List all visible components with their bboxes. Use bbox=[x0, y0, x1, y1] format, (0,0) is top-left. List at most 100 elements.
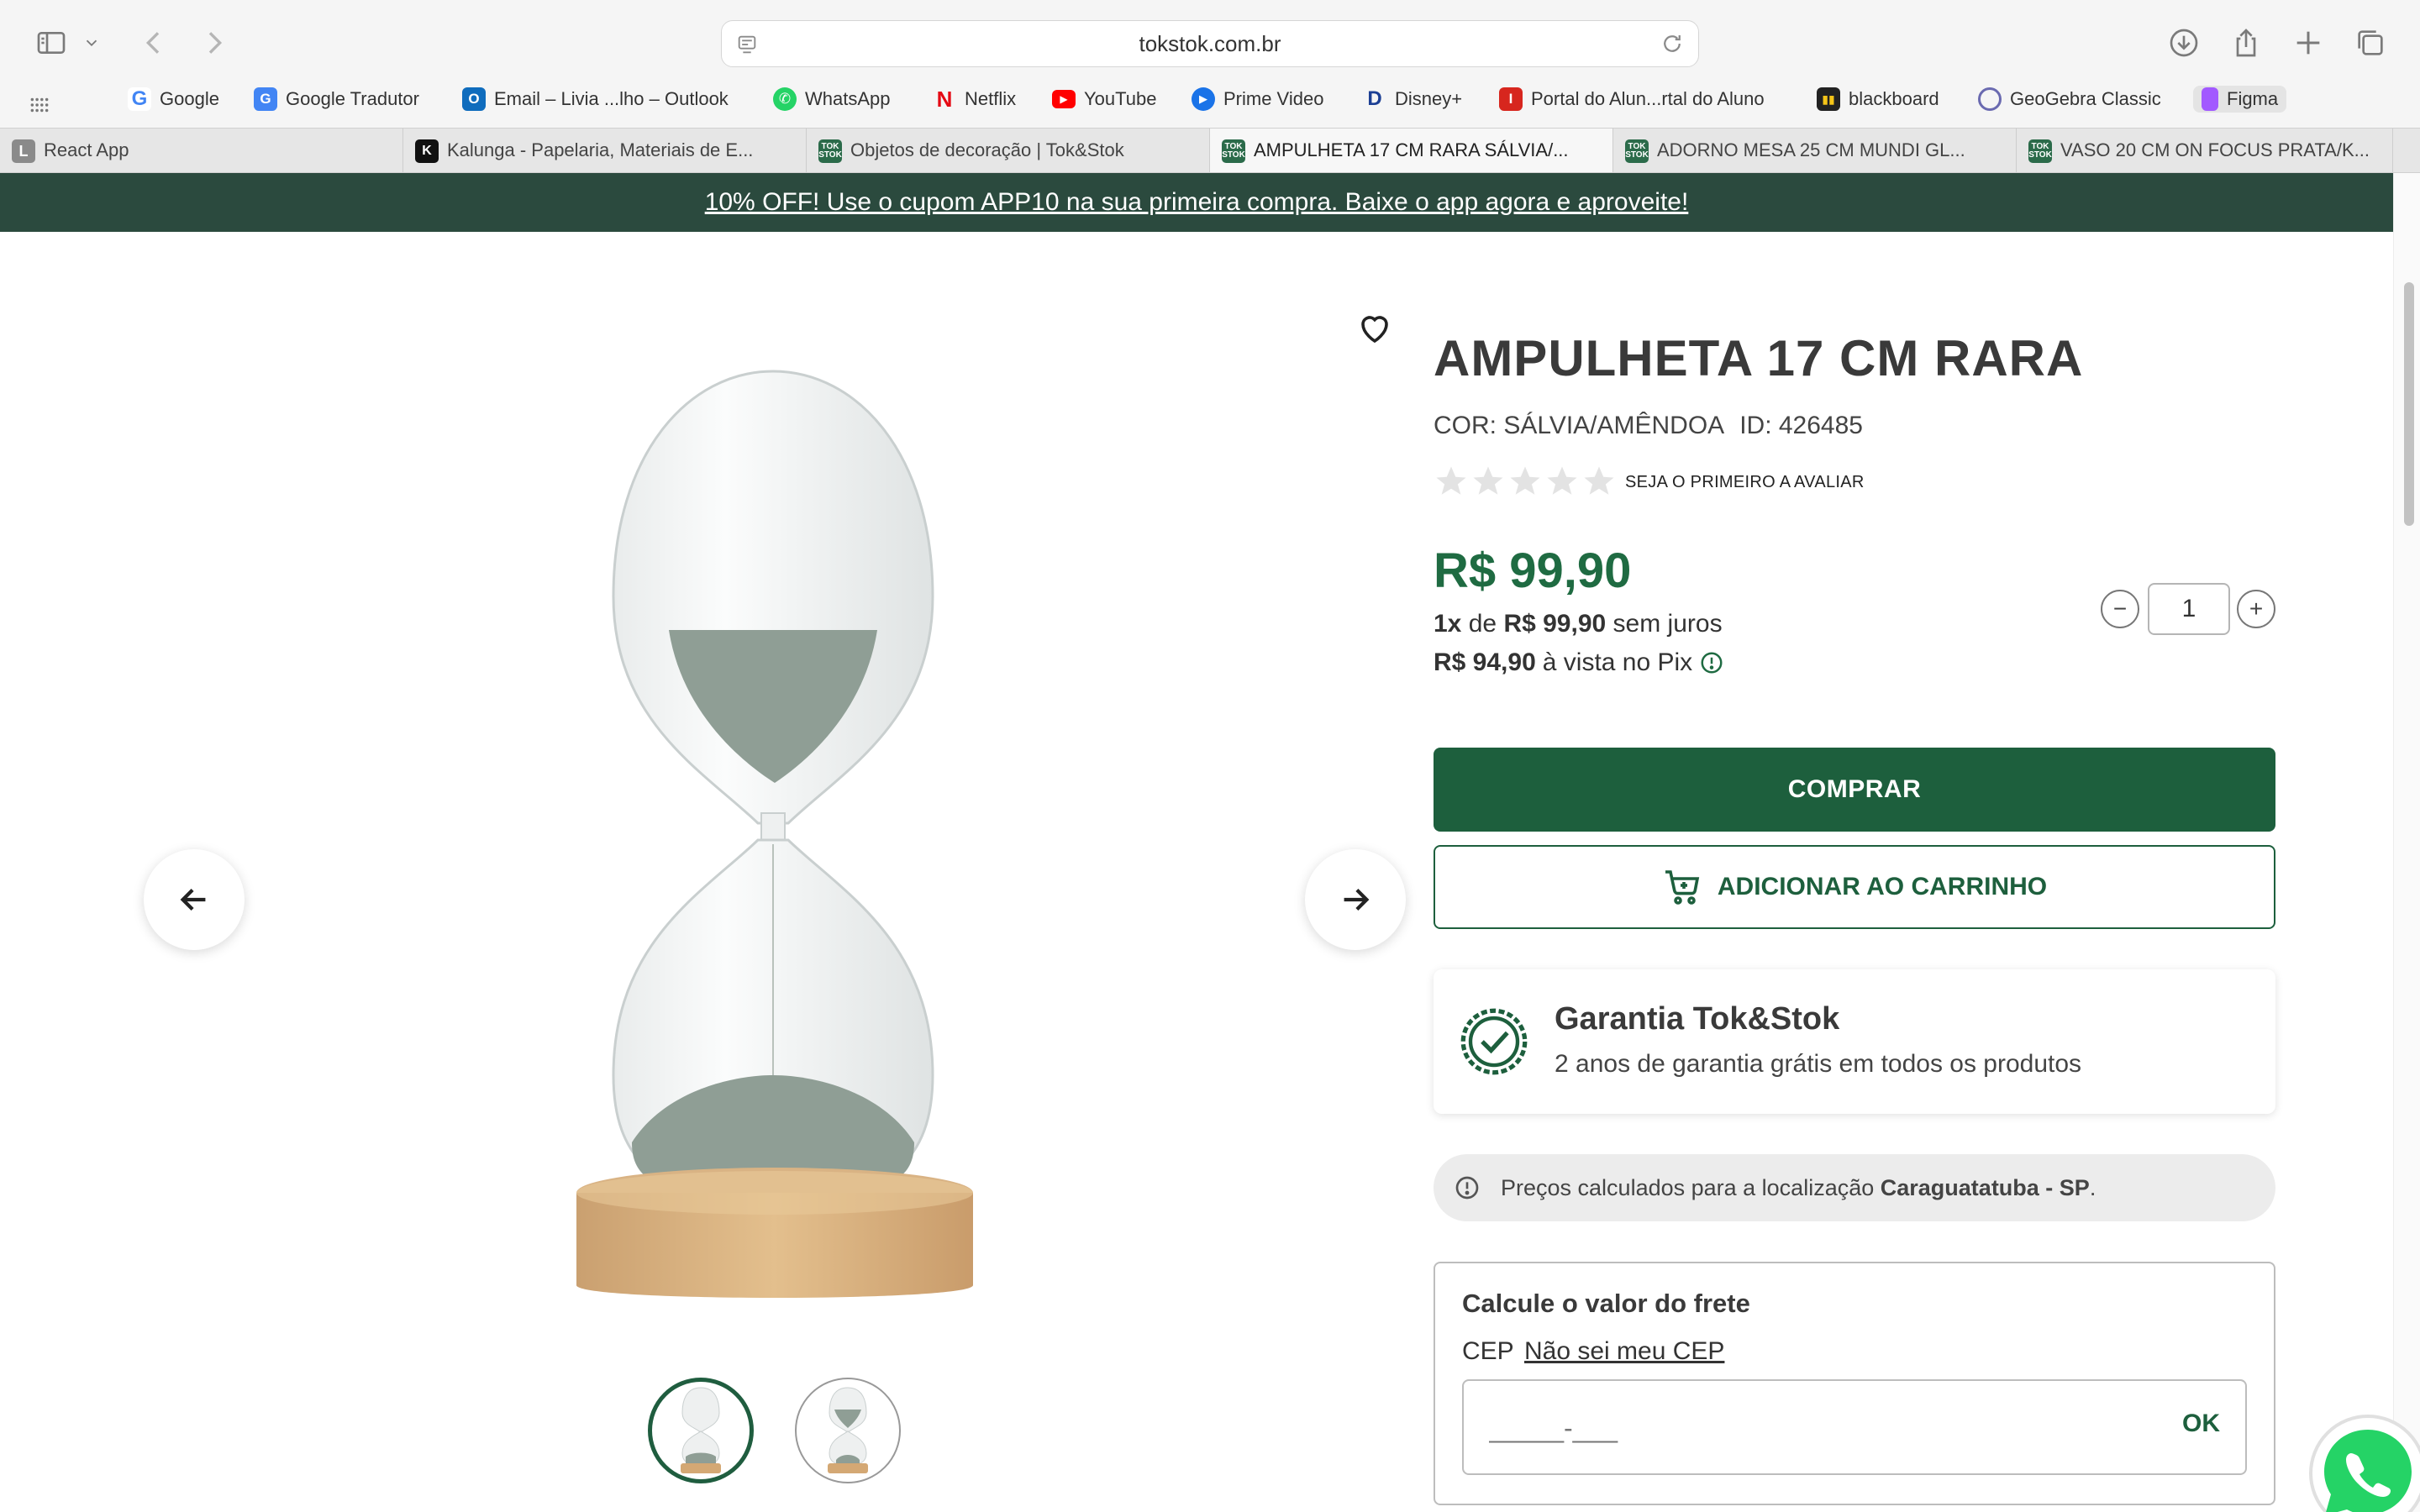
add-to-cart-button[interactable]: ADICIONAR AO CARRINHO bbox=[1434, 845, 2275, 929]
bookmark-label: Netflix bbox=[965, 88, 1017, 109]
tab-label: React App bbox=[44, 139, 129, 160]
product-id: ID: 426485 bbox=[1739, 412, 1863, 439]
bookmark-youtube[interactable]: ▶ YouTube bbox=[1052, 86, 1156, 113]
info-icon bbox=[1455, 1176, 1479, 1200]
star-icon bbox=[1436, 466, 1466, 495]
bookmark-label: Portal do Alun...rtal do Aluno bbox=[1531, 88, 1765, 109]
bookmark-label: Google Tradutor bbox=[286, 88, 419, 109]
image-prev-button[interactable] bbox=[144, 849, 245, 950]
scroll-thumb[interactable] bbox=[2404, 282, 2414, 526]
star-icon bbox=[1584, 466, 1614, 495]
hourglass-thumbnail-image bbox=[681, 1387, 721, 1473]
quantity-input[interactable] bbox=[2148, 583, 2230, 635]
installment-of: de bbox=[1468, 610, 1497, 638]
product-title: AMPULHETA 17 CM RARA bbox=[1434, 330, 2084, 386]
quantity-increase-button[interactable]: + bbox=[2237, 590, 2275, 628]
tab-react-app[interactable]: L React App bbox=[0, 129, 403, 172]
browser-chrome: tokstok.com.br G Google G Google Traduto… bbox=[0, 0, 2420, 173]
installment-amount: R$ 99,90 bbox=[1503, 610, 1607, 638]
pix-amount: R$ 94,90 bbox=[1434, 648, 1536, 676]
apps-grid-icon[interactable] bbox=[29, 94, 50, 116]
bookmark-figma[interactable]: Figma bbox=[2193, 86, 2287, 113]
bookmark-outlook[interactable]: O Email – Livia ...lho – Outlook bbox=[462, 86, 729, 113]
tab-label: ADORNO MESA 25 CM MUNDI GL... bbox=[1657, 139, 1965, 160]
bookmark-disney[interactable]: D Disney+ bbox=[1363, 86, 1462, 113]
bookmark-netflix[interactable]: N Netflix bbox=[933, 86, 1016, 113]
pix-suffix: à vista no Pix bbox=[1542, 648, 1693, 676]
disney-icon: D bbox=[1363, 87, 1386, 111]
browser-toolbar: tokstok.com.br bbox=[0, 0, 2420, 84]
bookmark-whatsapp[interactable]: ✆ WhatsApp bbox=[773, 86, 891, 113]
promo-link[interactable]: 10% OFF! Use o cupom APP10 na sua primei… bbox=[705, 188, 1689, 217]
installments-text: 1x de R$ 99,90 sem juros bbox=[1434, 610, 1723, 638]
tab-kalunga[interactable]: K Kalunga - Papelaria, Materiais de E... bbox=[403, 129, 807, 172]
figma-icon bbox=[2202, 87, 2218, 111]
warranty-card: Garantia Tok&Stok 2 anos de garantia grá… bbox=[1434, 969, 2275, 1114]
bookmark-google[interactable]: G Google bbox=[128, 86, 219, 113]
review-link[interactable]: SEJA O PRIMEIRO A AVALIAR bbox=[1625, 473, 1865, 492]
letter-l-icon: L bbox=[12, 139, 35, 163]
installment-suffix: sem juros bbox=[1612, 610, 1723, 638]
rating-stars[interactable] bbox=[1434, 464, 1617, 499]
location-prefix: Preços calculados para a localização bbox=[1501, 1174, 1875, 1200]
star-icon bbox=[1510, 466, 1540, 495]
tokstok-icon: TOK STOK bbox=[2028, 139, 2052, 163]
bookmark-prime-video[interactable]: ▶ Prime Video bbox=[1192, 86, 1323, 113]
whatsapp-icon[interactable] bbox=[2304, 1410, 2420, 1512]
promo-banner: 10% OFF! Use o cupom APP10 na sua primei… bbox=[0, 173, 2393, 232]
bookmark-portal-aluno[interactable]: I Portal do Alun...rtal do Aluno bbox=[1499, 86, 1765, 113]
site-settings-icon[interactable] bbox=[735, 33, 759, 56]
tab-label: VASO 20 CM ON FOCUS PRATA/K... bbox=[2060, 139, 2370, 160]
downloads-icon[interactable] bbox=[2165, 24, 2203, 62]
cep-label: CEP bbox=[1462, 1337, 1514, 1365]
image-next-button[interactable] bbox=[1305, 849, 1406, 950]
star-icon bbox=[1547, 466, 1577, 495]
page-scrollbar[interactable] bbox=[2393, 173, 2420, 1512]
cep-ok-button[interactable]: OK bbox=[2182, 1410, 2220, 1438]
tokstok-icon: TOK STOK bbox=[818, 139, 842, 163]
tab-objetos-decoracao[interactable]: TOK STOK Objetos de decoração | Tok&Stok bbox=[807, 129, 1210, 172]
bookmark-blackboard[interactable]: ▮▮ blackboard bbox=[1817, 86, 1939, 113]
youtube-icon: ▶ bbox=[1052, 90, 1076, 108]
sidebar-toggle-icon[interactable] bbox=[32, 24, 71, 62]
warranty-title: Garantia Tok&Stok bbox=[1555, 1001, 1840, 1037]
new-tab-icon[interactable] bbox=[2289, 24, 2328, 62]
warranty-badge-icon bbox=[1460, 1008, 1528, 1075]
back-icon[interactable] bbox=[134, 24, 173, 62]
cep-input[interactable] bbox=[1489, 1404, 2077, 1452]
address-bar[interactable]: tokstok.com.br bbox=[721, 20, 1699, 67]
whatsapp-icon: ✆ bbox=[773, 87, 797, 111]
buy-button[interactable]: COMPRAR bbox=[1434, 748, 2275, 832]
add-to-cart-label: ADICIONAR AO CARRINHO bbox=[1717, 873, 2048, 900]
location-place[interactable]: Caraguatatuba - SP bbox=[1881, 1175, 2090, 1201]
forward-icon[interactable] bbox=[195, 24, 234, 62]
thumbnail-1[interactable] bbox=[648, 1378, 754, 1483]
share-icon[interactable] bbox=[2227, 24, 2265, 62]
location-notice: Preços calculados para a localização Car… bbox=[1434, 1154, 2275, 1221]
tab-vaso[interactable]: TOK STOK VASO 20 CM ON FOCUS PRATA/K... bbox=[2017, 129, 2393, 172]
cep-help-link[interactable]: Não sei meu CEP bbox=[1524, 1337, 1724, 1366]
chevron-down-icon[interactable] bbox=[79, 24, 104, 62]
cep-field: OK bbox=[1462, 1379, 2247, 1475]
info-icon[interactable] bbox=[1699, 650, 1724, 675]
hourglass-product-image bbox=[576, 370, 973, 1298]
reload-icon[interactable] bbox=[1660, 31, 1685, 56]
blackboard-icon: ▮▮ bbox=[1817, 87, 1840, 111]
bookmark-geogebra[interactable]: GeoGebra Classic bbox=[1978, 86, 2161, 113]
tokstok-icon: TOK STOK bbox=[1625, 139, 1649, 163]
bookmark-google-tradutor[interactable]: G Google Tradutor bbox=[254, 86, 419, 113]
product-meta: COR: SÁLVIA/AMÊNDOA ID: 426485 bbox=[1434, 412, 1863, 440]
kalunga-icon: K bbox=[415, 139, 439, 163]
tab-ampulheta[interactable]: TOK STOK AMPULHETA 17 CM RARA SÁLVIA/... bbox=[1210, 129, 1613, 172]
bookmark-label: Disney+ bbox=[1395, 88, 1463, 109]
heart-icon[interactable] bbox=[1355, 307, 1395, 348]
tab-adorno-mesa[interactable]: TOK STOK ADORNO MESA 25 CM MUNDI GL... bbox=[1613, 129, 2017, 172]
bookmark-label: Google bbox=[160, 88, 219, 109]
tab-overview-icon[interactable] bbox=[2351, 24, 2390, 62]
pix-price-text: R$ 94,90 à vista no Pix bbox=[1434, 648, 1724, 677]
shipping-calculator: Calcule o valor do frete CEP Não sei meu… bbox=[1434, 1262, 2275, 1505]
portal-icon: I bbox=[1499, 87, 1523, 111]
quantity-decrease-button[interactable]: − bbox=[2101, 590, 2139, 628]
product-price: R$ 99,90 bbox=[1434, 543, 1632, 598]
thumbnail-2[interactable] bbox=[795, 1378, 901, 1483]
